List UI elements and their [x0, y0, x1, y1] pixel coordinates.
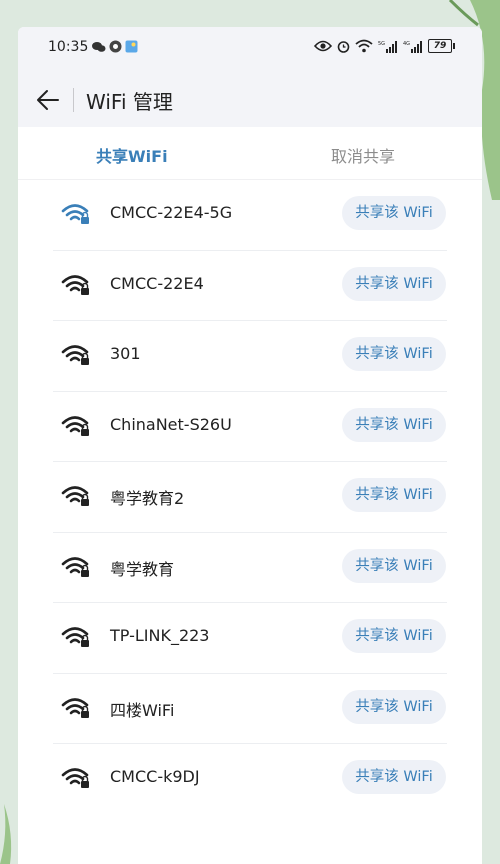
wifi-ssid: 粤学教育: [110, 559, 175, 579]
wifi-ssid: 四楼WiFi: [110, 700, 175, 720]
svg-text:4G: 4G: [403, 41, 410, 47]
wifi-ssid: TP-LINK_223: [110, 626, 210, 645]
share-wifi-button[interactable]: 共享该 WiFi: [342, 196, 446, 230]
page-header: WiFi 管理: [18, 82, 482, 122]
status-time: 10:35: [48, 39, 89, 55]
wifi-ssid: 301: [110, 344, 141, 363]
share-wifi-button[interactable]: 共享该 WiFi: [342, 407, 446, 442]
battery-indicator: 79: [428, 39, 455, 53]
share-wifi-button[interactable]: 共享该 WiFi: [342, 619, 446, 653]
wifi-list-item[interactable]: ChinaNet-S26U 共享该 WiFi: [53, 392, 447, 462]
wifi-list-item[interactable]: 四楼WiFi 共享该 WiFi: [53, 674, 447, 744]
status-bar: 10:35 5G 4G 79: [18, 27, 482, 67]
wifi-list-item[interactable]: TP-LINK_223 共享该 WiFi: [53, 603, 447, 674]
wifi-locked-icon: [61, 415, 89, 436]
wifi-ssid: CMCC-22E4-5G: [110, 203, 233, 222]
share-wifi-button[interactable]: 共享该 WiFi: [342, 266, 446, 301]
wifi-locked-icon: [61, 204, 89, 224]
wifi-ssid: 粤学教育2: [110, 489, 185, 508]
share-wifi-button[interactable]: 共享该 WiFi: [342, 689, 446, 724]
wifi-ssid: CMCC-22E4: [110, 273, 204, 293]
wifi-locked-icon: [61, 274, 89, 295]
wifi-locked-icon: [61, 556, 89, 577]
tab-cancel-share[interactable]: 取消共享: [331, 143, 395, 167]
wifi-locked-icon: [61, 768, 89, 788]
wifi-locked-icon: [61, 627, 89, 647]
svg-text:5G: 5G: [378, 41, 385, 47]
header-divider: [73, 88, 74, 112]
wechat-icon: [92, 41, 106, 52]
gallery-notification-icon: [125, 40, 138, 53]
wifi-list-item[interactable]: 粤学教育2 共享该 WiFi: [53, 462, 447, 533]
wifi-list-item[interactable]: CMCC-22E4-5G 共享该 WiFi: [53, 180, 447, 251]
share-wifi-button[interactable]: 共享该 WiFi: [342, 548, 446, 583]
alarm-icon: [337, 40, 350, 53]
leaf-decoration-bottom-left: [0, 804, 12, 864]
app-notification-icon: [109, 40, 122, 53]
wifi-list-item[interactable]: CMCC-22E4 共享该 WiFi: [53, 251, 447, 321]
wifi-locked-icon: [61, 345, 89, 365]
wifi-locked-icon: [61, 486, 89, 506]
share-wifi-button[interactable]: 共享该 WiFi: [342, 478, 446, 512]
tab-share-wifi[interactable]: 共享WiFi: [96, 143, 168, 167]
page-title: WiFi 管理: [86, 90, 173, 114]
wifi-status-icon: [355, 39, 373, 53]
wifi-list-item[interactable]: CMCC-k9DJ 共享该 WiFi: [53, 744, 447, 814]
share-wifi-button[interactable]: 共享该 WiFi: [342, 337, 446, 371]
wifi-list-item[interactable]: 粤学教育 共享该 WiFi: [53, 533, 447, 603]
back-arrow-icon[interactable]: [34, 85, 64, 115]
wifi-list-item[interactable]: 301 共享该 WiFi: [53, 321, 447, 392]
wifi-ssid: ChinaNet-S26U: [110, 414, 232, 434]
wifi-ssid: CMCC-k9DJ: [110, 767, 200, 786]
eye-icon: [314, 40, 332, 52]
signal-4g-icon: 4G: [403, 40, 422, 53]
tab-bar: 共享WiFi 取消共享: [18, 127, 482, 180]
signal-5g-icon: 5G: [378, 40, 397, 53]
phone-screen: 10:35 5G 4G 79 WiFi 管理 共享WiFi 取消共享 CMCC-…: [18, 27, 482, 864]
wifi-locked-icon: [61, 697, 89, 718]
wifi-network-list: CMCC-22E4-5G 共享该 WiFi CMCC-22E4 共享该 WiFi 301…: [53, 180, 447, 814]
top-bar: 10:35 5G 4G 79 WiFi 管理: [18, 27, 482, 127]
share-wifi-button[interactable]: 共享该 WiFi: [342, 760, 446, 794]
